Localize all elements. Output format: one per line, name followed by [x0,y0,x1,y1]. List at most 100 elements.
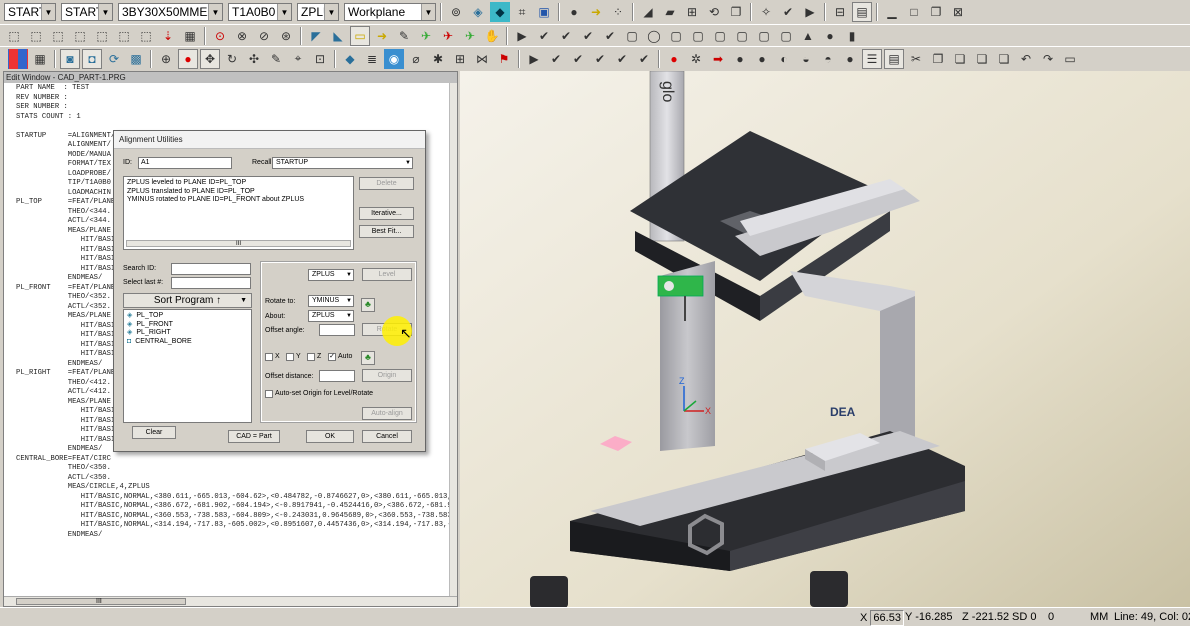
cube-top-icon[interactable]: ◆ [490,2,510,22]
ok-button[interactable]: OK [306,430,354,443]
blob4-icon[interactable]: ◒ [796,49,816,69]
x-checkbox[interactable] [265,353,273,361]
vertical-scrollbar[interactable] [449,83,457,598]
auto-align-button[interactable]: Auto-align [362,407,412,420]
sphere-icon[interactable]: ● [564,2,584,22]
rotate-pick-button[interactable]: ♣ [361,298,375,312]
cone-icon[interactable]: ⊘ [254,26,274,46]
stack-icon[interactable]: ❐ [726,2,746,22]
search-id-field[interactable] [171,263,251,275]
maximize-icon[interactable]: □ [904,2,924,22]
arrow-right-icon[interactable]: ➜ [372,26,392,46]
cube-right-icon[interactable]: ⬚ [48,26,68,46]
tip-select[interactable]: T1A0B0 ▼ [228,3,292,21]
arrow-icon[interactable]: ➜ [586,2,606,22]
best-fit-button[interactable]: Best Fit... [359,225,414,238]
level-button[interactable]: Level [362,268,412,281]
screen-icon[interactable]: ▤ [852,2,872,22]
line-icon[interactable]: ◣ [328,26,348,46]
clear-button[interactable]: Clear [132,426,176,439]
about-select[interactable]: ZPLUS ▼ [308,310,354,322]
blob-icon[interactable]: ● [730,49,750,69]
feature-list-item[interactable]: ◈ PL_FRONT [127,321,248,330]
play-icon[interactable]: ▶ [800,2,820,22]
cube-color-icon[interactable]: ◆ [340,49,360,69]
level-axis-select[interactable]: ZPLUS ▼ [308,269,354,281]
plane2-icon[interactable]: ▰ [660,2,680,22]
grid3-icon[interactable]: ▩ [126,49,146,69]
move-icon[interactable]: ✥ [200,48,220,69]
cad-viewport[interactable]: glo DEA Z X [460,71,1190,607]
paste-icon[interactable]: ❏ [950,49,970,69]
shape11-icon[interactable]: ▮ [842,26,862,46]
shape5-icon[interactable]: ▢ [710,26,730,46]
shade-icon[interactable]: ◙ [60,48,80,69]
cancel-button[interactable]: Cancel [362,430,412,443]
rotate-to-select[interactable]: YMINUS ▼ [308,295,354,307]
cube-left-icon[interactable]: ⬚ [26,26,46,46]
cylinder-icon[interactable]: ⊗ [232,26,252,46]
pan-icon[interactable]: ✣ [244,49,264,69]
cube-back-icon[interactable]: ⬚ [70,26,90,46]
probe-file-select[interactable]: 3BY30X50MMEXT ▼ [118,3,223,21]
shape8-icon[interactable]: ▢ [776,26,796,46]
eraser-icon[interactable]: ▭ [1060,49,1080,69]
grid-icon[interactable]: ⌗ [512,2,532,22]
list-hscroll[interactable]: III [126,240,351,247]
plane-feature-icon[interactable]: ◤ [306,26,326,46]
cursor-icon[interactable]: ▶ [512,26,532,46]
feature-list-item[interactable]: ◘ CENTRAL_BORE [127,338,248,347]
flag-icon[interactable]: ⚑ [494,49,514,69]
check10-icon[interactable]: ✔ [634,49,654,69]
y-checkbox[interactable] [286,353,294,361]
teach-icon[interactable]: ⊡ [310,49,330,69]
pick-icon[interactable]: ⌖ [288,49,308,69]
blob3-icon[interactable]: ◐ [774,49,794,69]
check2-icon[interactable]: ✔ [534,26,554,46]
alignment-list-item[interactable]: YMINUS rotated to PLANE ID=PL_FRONT abou… [127,196,350,205]
hand-icon[interactable]: ✋ [482,26,502,46]
circle-icon[interactable]: ⊙ [210,26,230,46]
origin-button[interactable]: Origin [362,369,412,382]
link-icon[interactable]: ⋈ [472,49,492,69]
arrow-red-icon[interactable]: ➡ [708,49,728,69]
select-last-field[interactable] [171,277,251,289]
cube-icon[interactable]: ◈ [468,2,488,22]
rotate-view-icon[interactable]: ↻ [222,49,242,69]
plane-icon[interactable]: ◢ [638,2,658,22]
undo-icon[interactable]: ↶ [1016,49,1036,69]
play2-icon[interactable]: ▶ [524,49,544,69]
measure-icon[interactable]: ⊟ [830,2,850,22]
feature-list-item[interactable]: ◈ PL_RIGHT [127,329,248,338]
auto-set-origin-checkbox[interactable] [265,390,273,398]
cmm-icon[interactable]: ✈ [460,26,480,46]
cut-icon[interactable]: ✂ [906,49,926,69]
shape2-icon[interactable]: ◯ [644,26,664,46]
alignment-select-2[interactable]: STARTUF▼ [61,3,113,21]
table-icon[interactable]: ▦ [30,49,50,69]
check5-icon[interactable]: ✔ [600,26,620,46]
cube-iso-icon[interactable]: ⬚ [92,26,112,46]
rotate-icon[interactable]: ⟲ [704,2,724,22]
probe-icon[interactable]: ⊚ [446,2,466,22]
axis-select[interactable]: ZPLUS ▼ [297,3,339,21]
probe2-icon[interactable]: ⌀ [406,49,426,69]
z-checkbox[interactable] [307,353,315,361]
cube-wire-icon[interactable]: ⬚ [114,26,134,46]
redo-icon[interactable]: ↷ [1038,49,1058,69]
cube-top2-icon[interactable]: ⬚ [136,26,156,46]
camera-icon[interactable]: ◉ [384,48,404,69]
workplane-select[interactable]: Workplane ▼ [344,3,436,21]
cad-equals-part-button[interactable]: CAD = Part [228,430,280,443]
folder-icon[interactable]: ▭ [350,25,370,46]
record-icon[interactable]: ● [178,48,198,69]
offset-angle-field[interactable] [319,324,355,336]
star-icon[interactable]: ✧ [756,2,776,22]
alignment-list[interactable]: ZPLUS leveled to PLANE ID=PL_TOP ZPLUS tr… [123,176,354,250]
blob2-icon[interactable]: ● [752,49,772,69]
horizontal-scrollbar[interactable]: III [4,596,457,606]
cube-front-icon[interactable]: ⬚ [4,26,24,46]
mirror-icon[interactable]: ⊞ [450,49,470,69]
iterative-button[interactable]: Iterative... [359,207,414,220]
alignment-select[interactable]: STARTUF▼ [4,3,56,21]
